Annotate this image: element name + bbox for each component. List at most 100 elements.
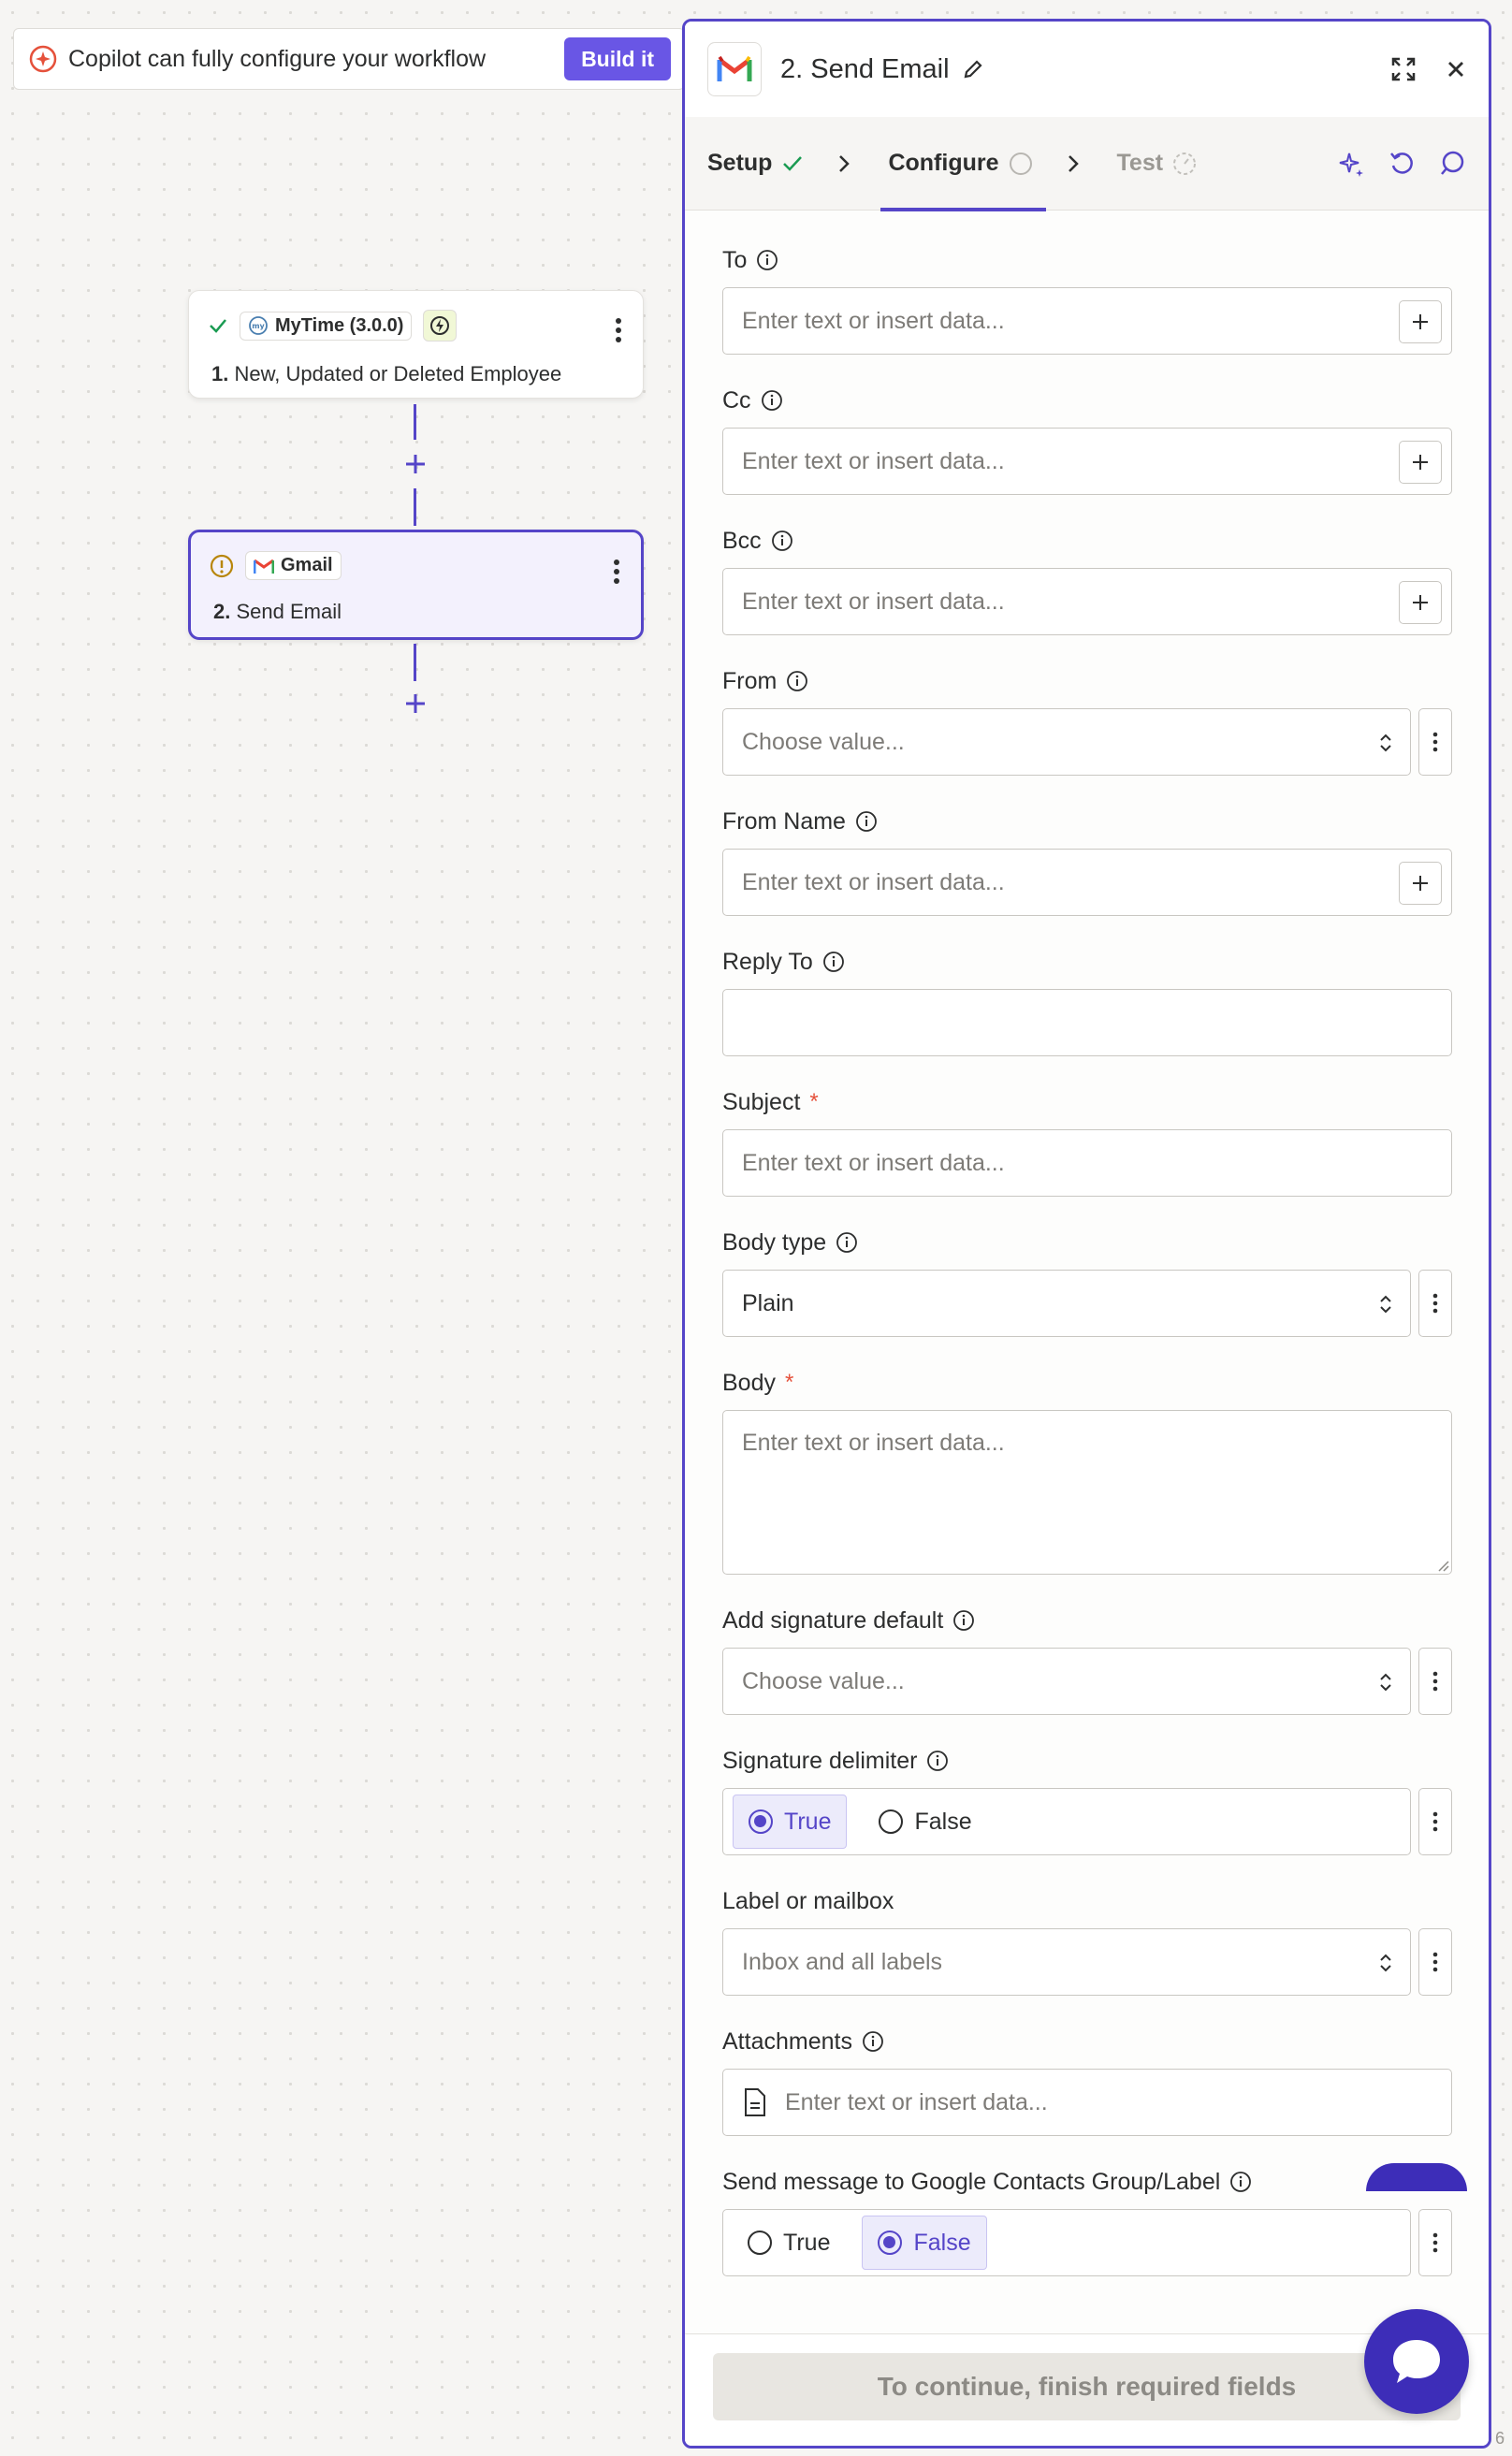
body-type-label: Body type <box>722 1228 827 1256</box>
contacts-group-false-radio[interactable]: False <box>862 2216 987 2270</box>
info-icon[interactable] <box>771 530 793 552</box>
attachments-input[interactable]: Enter text or insert data... <box>722 2069 1452 2136</box>
select-chevrons-icon <box>1380 1673 1391 1692</box>
required-marker: * <box>784 1370 794 1395</box>
info-icon[interactable] <box>786 670 808 692</box>
info-icon[interactable] <box>836 1231 858 1254</box>
field-from: From Choose value... <box>722 665 1452 776</box>
tab-test[interactable]: Test <box>1117 117 1198 211</box>
field-reply-to: Reply To <box>722 946 1452 1056</box>
info-icon[interactable] <box>761 389 783 412</box>
close-icon[interactable] <box>1446 59 1466 80</box>
label-mailbox-label: Label or mailbox <box>722 1887 894 1914</box>
timer-icon <box>1173 152 1197 175</box>
body-type-select[interactable]: Plain <box>722 1270 1411 1337</box>
insert-data-plus-icon[interactable] <box>1399 862 1442 905</box>
add-signature-select[interactable]: Choose value... <box>722 1648 1411 1715</box>
tab-setup[interactable]: Setup <box>707 117 804 211</box>
required-marker: * <box>809 1089 819 1114</box>
chevron-right-icon <box>1068 154 1079 172</box>
info-icon[interactable] <box>952 1609 975 1632</box>
info-icon[interactable] <box>756 249 778 271</box>
continue-button[interactable]: To continue, finish required fields <box>713 2353 1461 2420</box>
reply-to-input[interactable] <box>722 989 1452 1056</box>
copilot-message: Copilot can fully configure your workflo… <box>68 45 487 72</box>
select-chevrons-icon <box>1380 734 1391 752</box>
file-icon <box>745 2088 765 2116</box>
info-icon[interactable] <box>822 951 845 973</box>
workflow-step-2[interactable]: Gmail 2. Send Email <box>188 530 644 640</box>
gmail-logo-icon <box>707 42 762 96</box>
svg-text:my: my <box>252 322 265 330</box>
info-icon[interactable] <box>855 810 878 833</box>
workflow-step-1[interactable]: my MyTime (3.0.0) 1. New, Updated or Del… <box>188 290 644 399</box>
from-select[interactable]: Choose value... <box>722 708 1411 776</box>
label-mailbox-select[interactable]: Inbox and all labels <box>722 1928 1411 1996</box>
insert-data-plus-icon[interactable] <box>1399 300 1442 343</box>
comment-icon[interactable] <box>1438 150 1466 178</box>
undo-icon[interactable] <box>1388 150 1416 178</box>
to-label: To <box>722 246 748 273</box>
bcc-label: Bcc <box>722 527 762 554</box>
from-name-input[interactable]: Enter text or insert data... <box>722 849 1452 916</box>
field-from-name: From Name Enter text or insert data... <box>722 806 1452 916</box>
connector-line <box>414 488 416 526</box>
build-it-button[interactable]: Build it <box>564 37 671 80</box>
field-attachments: Attachments Enter text or insert data... <box>722 2026 1452 2136</box>
chat-support-button[interactable] <box>1364 2309 1469 2414</box>
field-body-type: Body type Plain <box>722 1227 1452 1337</box>
gmail-logo-icon <box>254 559 274 574</box>
incomplete-circle-icon <box>1009 152 1032 175</box>
field-options-icon[interactable] <box>1418 2209 1452 2276</box>
add-step-plus-icon[interactable] <box>402 451 429 477</box>
field-options-icon[interactable] <box>1418 708 1452 776</box>
signature-delimiter-label: Signature delimiter <box>722 1747 918 1774</box>
insert-data-plus-icon[interactable] <box>1399 441 1442 484</box>
field-options-icon[interactable] <box>1418 1928 1452 1996</box>
field-signature-delimiter: Signature delimiter True False <box>722 1745 1452 1855</box>
field-options-icon[interactable] <box>1418 1788 1452 1855</box>
chat-bubble-icon <box>1393 2340 1440 2383</box>
node2-more-icon[interactable] <box>613 559 620 585</box>
node1-more-icon[interactable] <box>615 317 622 343</box>
trigger-bolt-icon <box>423 310 458 342</box>
chevron-right-icon <box>839 154 850 172</box>
signature-delimiter-false-radio[interactable]: False <box>864 1795 986 1849</box>
body-label: Body <box>722 1369 776 1396</box>
contacts-group-true-radio[interactable]: True <box>733 2216 845 2270</box>
field-add-signature: Add signature default Choose value... <box>722 1605 1452 1715</box>
step-editor-panel: 2. Send Email Setup Configure Test To En… <box>682 19 1491 2449</box>
cc-input[interactable]: Enter text or insert data... <box>722 428 1452 495</box>
step-tabs: Setup Configure Test <box>685 117 1489 211</box>
cc-label: Cc <box>722 386 751 414</box>
field-options-icon[interactable] <box>1418 1270 1452 1337</box>
to-input[interactable]: Enter text or insert data... <box>722 287 1452 355</box>
signature-delimiter-true-radio[interactable]: True <box>733 1795 848 1849</box>
bcc-input[interactable]: Enter text or insert data... <box>722 568 1452 635</box>
chat-widget-peek <box>1366 2163 1467 2191</box>
warning-icon <box>210 554 234 577</box>
node2-app-name: Gmail <box>281 555 333 575</box>
resize-handle-icon[interactable] <box>1434 1557 1449 1572</box>
info-icon[interactable] <box>1229 2171 1252 2193</box>
subject-input[interactable]: Enter text or insert data... <box>722 1129 1452 1197</box>
info-icon[interactable] <box>862 2030 884 2053</box>
node1-app-name: MyTime (3.0.0) <box>275 314 404 336</box>
insert-data-plus-icon[interactable] <box>1399 581 1442 624</box>
body-textarea[interactable]: Enter text or insert data... <box>722 1410 1452 1575</box>
sparkle-ai-icon[interactable] <box>1337 150 1365 178</box>
field-options-icon[interactable] <box>1418 1648 1452 1715</box>
add-step-plus-icon[interactable] <box>402 690 429 717</box>
reply-to-label: Reply To <box>722 948 813 975</box>
info-icon[interactable] <box>926 1750 949 1772</box>
expand-icon[interactable] <box>1389 55 1418 83</box>
field-body: Body * Enter text or insert data... <box>722 1367 1452 1575</box>
field-bcc: Bcc Enter text or insert data... <box>722 525 1452 635</box>
field-cc: Cc Enter text or insert data... <box>722 385 1452 495</box>
check-icon <box>210 319 226 333</box>
panel-title: 2. Send Email <box>780 53 950 84</box>
from-label: From <box>722 667 778 694</box>
tab-configure[interactable]: Configure <box>880 117 1046 211</box>
node1-step-title: 1. New, Updated or Deleted Employee <box>211 362 562 385</box>
pencil-icon[interactable] <box>961 57 985 81</box>
